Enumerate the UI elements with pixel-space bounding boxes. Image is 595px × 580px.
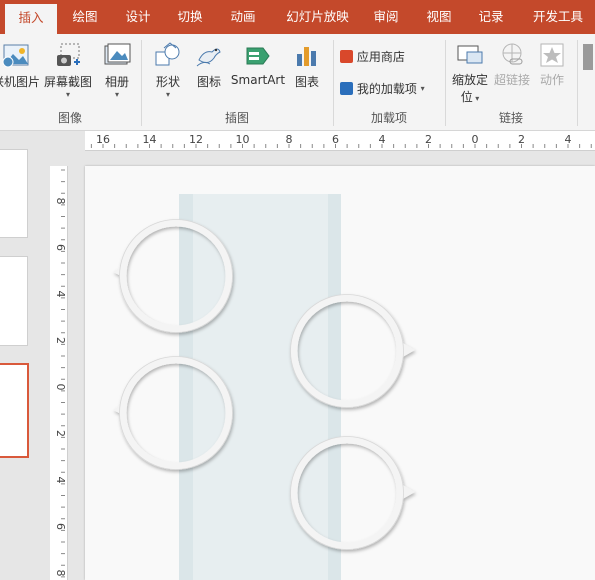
chevron-down-icon: ▾	[65, 90, 70, 99]
store-label: 应用商店	[356, 50, 405, 64]
screenshot-icon	[57, 43, 80, 66]
tab-animations[interactable]: 动画	[222, 0, 264, 34]
ruler-label: 8	[54, 570, 67, 577]
group-label-illustrations: 插图	[224, 111, 249, 125]
chevron-down-icon: ▾	[420, 84, 425, 93]
slide-thumbnail[interactable]	[0, 149, 28, 238]
ruler-label: 6	[54, 244, 67, 251]
tab-design[interactable]: 设计	[117, 0, 159, 34]
ruler-label: 6	[332, 133, 339, 146]
ruler-label: 0	[472, 133, 479, 146]
smartart-label: SmartArt	[230, 73, 286, 87]
binder-strip[interactable]	[179, 194, 341, 580]
ruler-label: 2	[54, 337, 67, 344]
group-separator	[577, 40, 578, 126]
ruler-label: 2	[425, 133, 432, 146]
horizontal-ruler: 1614121086420246	[85, 131, 595, 151]
binder-strip-edge	[179, 194, 193, 580]
icons-label: 图标	[196, 75, 221, 89]
shapes-icon	[155, 42, 180, 66]
slide-thumbnail-pane	[0, 131, 50, 580]
action-button[interactable]: 动作	[534, 42, 570, 88]
ruler-label: 12	[189, 133, 203, 146]
ruler-label: 4	[54, 291, 67, 298]
ruler-label: 14	[143, 133, 157, 146]
photo-album-icon	[104, 43, 131, 65]
ruler-label: 0	[54, 384, 67, 391]
group-label-links: 链接	[498, 111, 523, 125]
tab-insert[interactable]: 插入	[5, 4, 57, 34]
smartart-icon	[246, 47, 270, 65]
addins-icon	[340, 82, 353, 95]
tab-developer[interactable]: 开发工具	[528, 0, 588, 34]
shapes-button[interactable]: 形状 ▾	[148, 42, 188, 99]
group-label-images: 图像	[57, 111, 82, 125]
online-pictures-button[interactable]: 联机图片	[0, 42, 40, 90]
action-star-icon	[540, 43, 564, 67]
vertical-ruler: 8 6 4 2 0 2 4 6 8	[50, 166, 68, 580]
ruler-label: 16	[96, 133, 110, 146]
my-addins-button[interactable]: 我的加载项 ▾	[340, 80, 438, 97]
ruler-label: 8	[54, 198, 67, 205]
ruler-label: 2	[518, 133, 525, 146]
ribbon-tab-bar: 插入 绘图 设计 切换 动画 幻灯片放映 审阅 视图 记录 开发工具	[0, 0, 595, 34]
shapes-label: 形状	[155, 75, 180, 89]
tab-view[interactable]: 视图	[418, 0, 460, 34]
truncated-icon	[583, 44, 593, 70]
chevron-down-icon: ▾	[165, 90, 170, 99]
tab-draw[interactable]: 绘图	[64, 0, 106, 34]
zoom-label: 缩放定	[451, 73, 488, 87]
ruler-label: 8	[286, 133, 293, 146]
action-label: 动作	[539, 73, 564, 87]
zoom-icon	[457, 45, 483, 64]
truncated-ribbon-button[interactable]	[583, 44, 595, 70]
ribbon: 联机图片 屏幕截图 ▾ 相册 ▾ 图像 形状 ▾	[0, 34, 595, 131]
ruler-label: 4	[565, 133, 572, 146]
online-pictures-label: 联机图片	[0, 75, 41, 89]
hyperlink-label: 超链接	[493, 73, 530, 87]
slide-thumbnail[interactable]	[0, 256, 28, 346]
ruler-label: 4	[54, 477, 67, 484]
screenshot-label: 屏幕截图	[43, 75, 92, 89]
hyperlink-icon	[502, 43, 523, 65]
ruler-label: 2	[54, 430, 67, 437]
chart-label: 图表	[294, 75, 319, 89]
photo-album-label: 相册	[104, 75, 129, 89]
icons-icon	[196, 48, 221, 67]
zoom-button[interactable]: 缩放定 位 ▾	[450, 42, 490, 105]
store-icon	[340, 50, 353, 63]
ruler-label: 6	[54, 523, 67, 530]
tab-slideshow[interactable]: 幻灯片放映	[280, 0, 355, 34]
ruler-label: 4	[379, 133, 386, 146]
group-label-addins: 加载项	[370, 111, 407, 125]
my-addins-label: 我的加载项	[356, 82, 417, 96]
icons-button[interactable]: 图标	[190, 42, 228, 90]
store-button[interactable]: 应用商店	[340, 48, 412, 65]
tab-transitions[interactable]: 切换	[169, 0, 211, 34]
online-pictures-icon	[2, 44, 29, 68]
hyperlink-button[interactable]: 超链接	[492, 42, 532, 88]
tab-review[interactable]: 审阅	[365, 0, 407, 34]
slide-thumbnail-selected[interactable]	[0, 363, 29, 458]
chart-button[interactable]: 图表	[290, 42, 324, 90]
slide-canvas[interactable]	[85, 166, 595, 580]
chevron-down-icon: ▾	[114, 90, 119, 99]
chart-icon	[297, 47, 316, 66]
ruler-label: 10	[236, 133, 250, 146]
tab-record[interactable]: 记录	[470, 0, 512, 34]
smartart-button[interactable]: SmartArt	[228, 42, 288, 87]
zoom-label-2: 位 ▾	[460, 90, 480, 104]
photo-album-button[interactable]: 相册 ▾	[97, 42, 137, 99]
screenshot-button[interactable]: 屏幕截图 ▾	[42, 42, 94, 99]
